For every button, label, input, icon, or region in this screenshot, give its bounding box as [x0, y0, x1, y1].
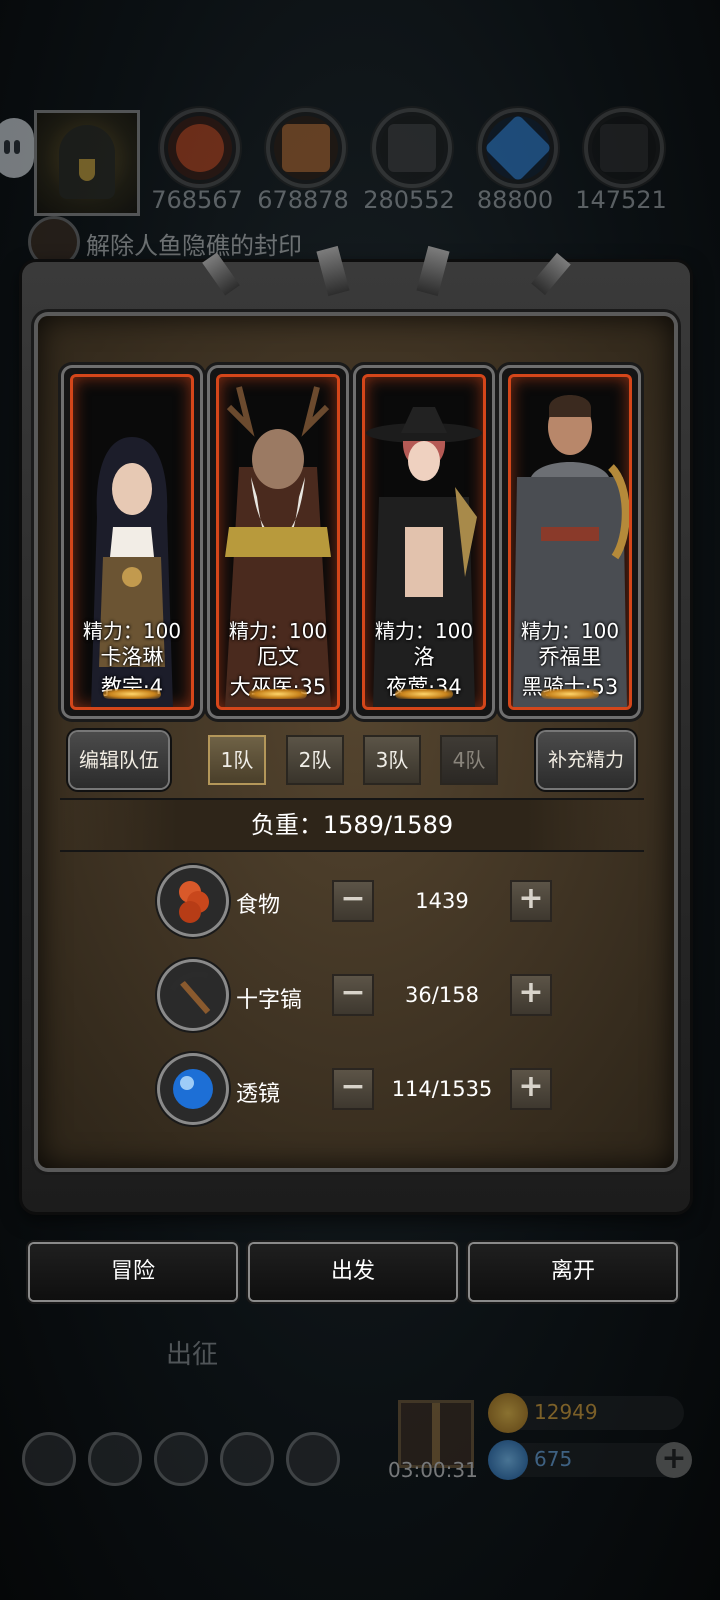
crystal-resource-icon	[478, 108, 558, 188]
hero-name: 洛	[413, 645, 435, 669]
gold-bar: 12949	[488, 1393, 684, 1433]
hero-energy: 精力：100	[374, 619, 474, 643]
march-label: 出征	[166, 1340, 219, 1370]
food-plus-button[interactable]: +	[512, 882, 550, 920]
pickaxe-minus-button[interactable]: −	[334, 976, 372, 1014]
hero-glow	[103, 689, 161, 699]
lens-quantity: 114/1535	[391, 1077, 493, 1101]
hero-card-frame: 精力：100 洛 夜莺·34	[362, 374, 486, 710]
wood-resource-icon	[266, 108, 346, 188]
hero-card-frame: 精力：100 卡洛琳 教宗·4	[70, 374, 194, 710]
hero-glow	[541, 689, 599, 699]
hero-energy: 精力：100	[228, 619, 328, 643]
supply-label-food: 食物	[236, 893, 281, 918]
hero-card-frame: 精力：100 乔福里 黑骑士·53	[508, 374, 632, 710]
hero-glow	[395, 689, 453, 699]
pickaxe-icon	[160, 962, 226, 1028]
quest-portrait[interactable]	[34, 110, 140, 216]
lens-plus-button[interactable]: +	[512, 1070, 550, 1108]
map-icon[interactable]	[286, 1432, 340, 1486]
hero-icon[interactable]	[88, 1432, 142, 1486]
hero-card[interactable]: 精力：100 乔福里 黑骑士·53	[502, 368, 638, 716]
gem-amount: 675	[534, 1447, 573, 1471]
gem-bar: 675	[488, 1440, 684, 1480]
pause-icon	[4, 140, 22, 154]
settings-icon[interactable]	[22, 1432, 76, 1486]
ore-resource-value: 147521	[575, 186, 667, 214]
lens-minus-button[interactable]: −	[334, 1070, 372, 1108]
food-icon	[160, 868, 226, 934]
gold-coin-icon	[488, 1393, 528, 1433]
hero-energy: 精力：100	[82, 619, 182, 643]
tab-team-2[interactable]: 2队	[288, 737, 342, 783]
ore-resource-icon	[584, 108, 664, 188]
hero-card[interactable]: 精力：100 厄文 大巫医·35	[210, 368, 346, 716]
hero-energy: 精力：100	[520, 619, 620, 643]
tab-team-1[interactable]: 1队	[210, 737, 264, 783]
pickaxe-quantity: 36/158	[405, 983, 479, 1007]
side-drawer-tab[interactable]	[0, 118, 34, 178]
supply-label-lens: 透镜	[236, 1082, 281, 1107]
tab-team-3[interactable]: 3队	[365, 737, 419, 783]
load-capacity: 负重：1589/1589	[60, 798, 644, 852]
hero-glow	[249, 689, 307, 699]
mail-icon[interactable]	[220, 1432, 274, 1486]
hero-name: 卡洛琳	[100, 645, 164, 669]
gold-amount: 12949	[534, 1400, 598, 1424]
gem-icon	[488, 1440, 528, 1480]
adventure-button[interactable]: 冒险	[30, 1244, 236, 1300]
iron-resource-icon	[372, 108, 452, 188]
food-quantity: 1439	[415, 889, 469, 913]
hero-name: 厄文	[257, 645, 299, 669]
book-icon[interactable]	[154, 1432, 208, 1486]
food-resource-icon	[160, 108, 240, 188]
crystal-resource-value: 88800	[476, 186, 554, 214]
hero-card[interactable]: 精力：100 洛 夜莺·34	[356, 368, 492, 716]
hero-card-frame: 精力：100 厄文 大巫医·35	[216, 374, 340, 710]
refill-energy-button[interactable]: 补充精力	[538, 732, 634, 788]
supply-label-pickaxe: 十字镐	[236, 988, 303, 1013]
leave-button[interactable]: 离开	[470, 1244, 676, 1300]
lens-icon	[160, 1056, 226, 1122]
food-resource-value: 768567	[151, 186, 243, 214]
pickaxe-plus-button[interactable]: +	[512, 976, 550, 1014]
hero-card[interactable]: 精力：100 卡洛琳 教宗·4	[64, 368, 200, 716]
gift-timer: 03:00:31	[388, 1458, 478, 1482]
hero-name: 乔福里	[538, 645, 602, 669]
tab-team-4[interactable]: 4队	[442, 737, 496, 783]
buy-gems-button[interactable]: +	[656, 1442, 692, 1478]
quest-title[interactable]: 解除人鱼隐礁的封印	[86, 226, 302, 261]
depart-button[interactable]: 出发	[250, 1244, 456, 1300]
scroll-icon[interactable]	[28, 216, 80, 268]
wood-resource-value: 678878	[257, 186, 349, 214]
edit-team-button[interactable]: 编辑队伍	[70, 732, 168, 788]
iron-resource-value: 280552	[363, 186, 455, 214]
food-minus-button[interactable]: −	[334, 882, 372, 920]
